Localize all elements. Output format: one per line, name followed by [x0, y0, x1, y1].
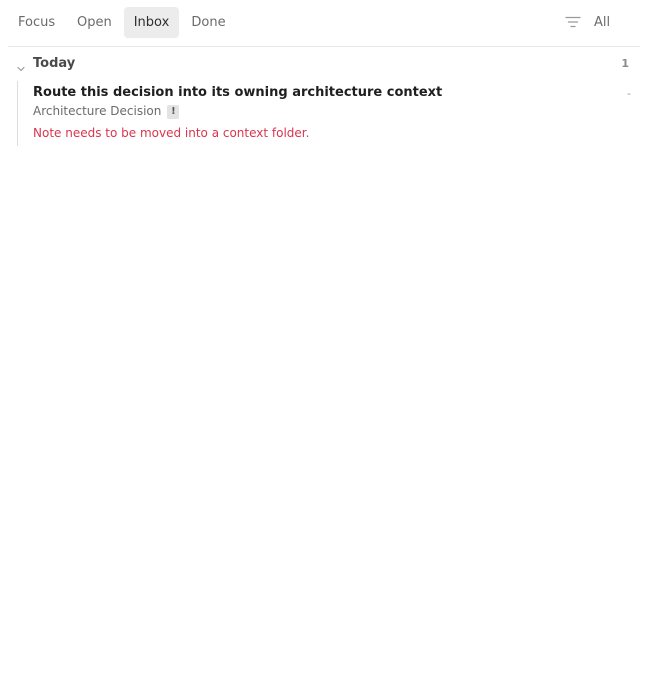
item-warning-note: Note needs to be moved into a context fo…	[33, 126, 310, 140]
group-header-today[interactable]: Today 1	[8, 52, 640, 76]
group-title: Today	[33, 56, 76, 71]
tab-focus[interactable]: Focus	[18, 7, 55, 38]
filter-all-dropdown[interactable]: All	[594, 7, 610, 38]
filter-icon[interactable]	[565, 14, 581, 30]
item-due-placeholder: -	[627, 87, 631, 100]
item-type-label: Architecture Decision	[33, 104, 162, 118]
list-item[interactable]: Route this decision into its owning arch…	[17, 81, 633, 146]
item-meta: Architecture Decision!	[33, 104, 180, 119]
toolbar: Focus Open Inbox Done All	[8, 0, 640, 47]
warning-badge: !	[167, 105, 180, 119]
tab-open[interactable]: Open	[77, 7, 112, 38]
inbox-panel: Focus Open Inbox Done All Today 1 Route …	[0, 0, 648, 674]
chevron-down-icon[interactable]	[16, 59, 26, 72]
item-title[interactable]: Route this decision into its owning arch…	[33, 85, 442, 100]
tab-done[interactable]: Done	[191, 7, 226, 38]
tab-inbox[interactable]: Inbox	[124, 7, 179, 38]
group-count-badge: 1	[621, 57, 629, 70]
